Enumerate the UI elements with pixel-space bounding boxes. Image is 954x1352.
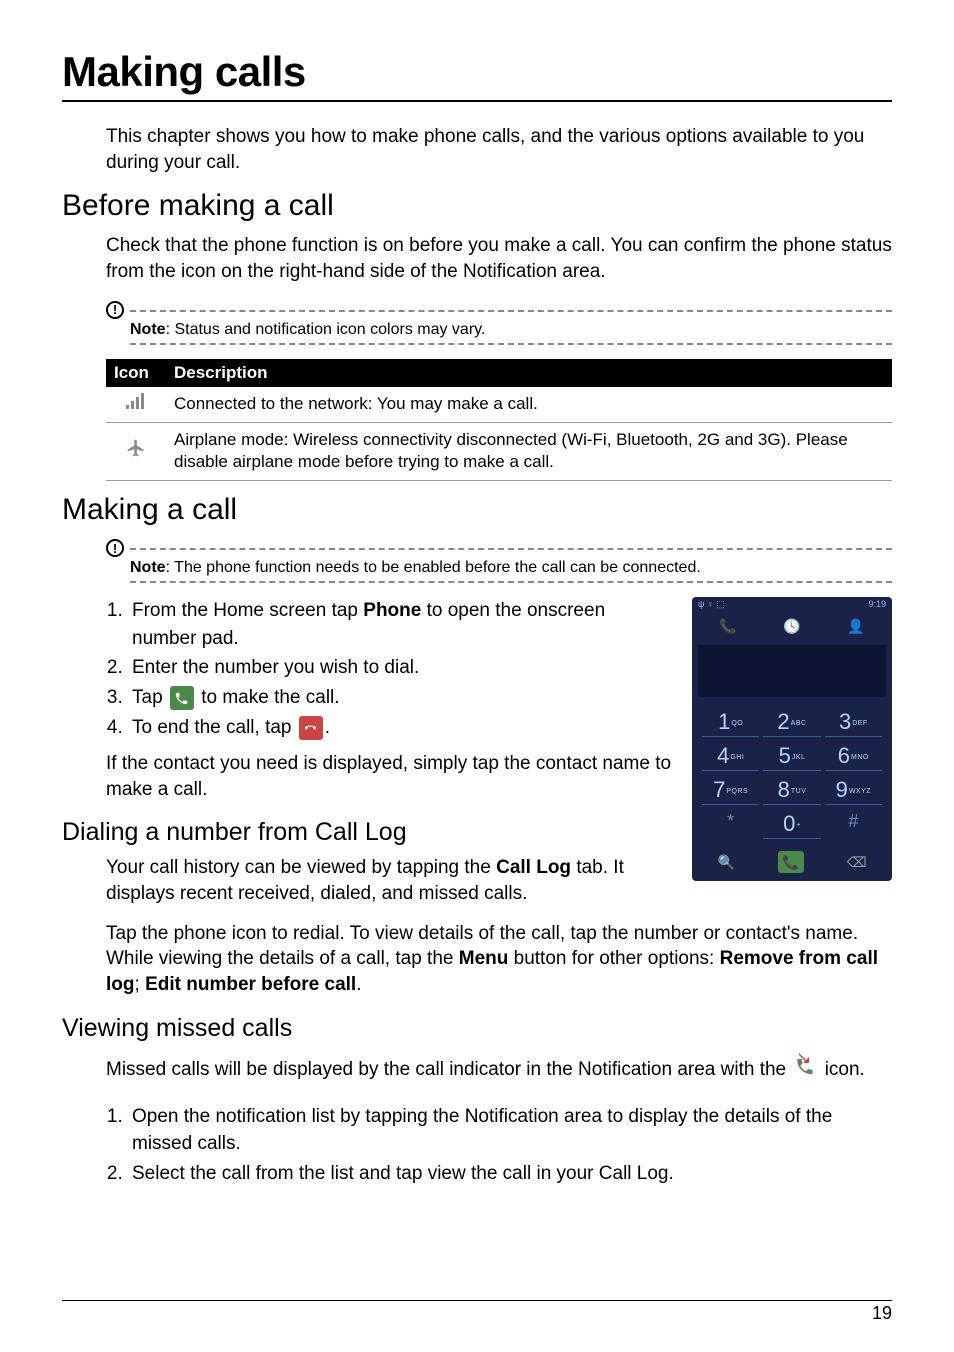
search-icon: 🔍	[717, 854, 734, 871]
key-star: *	[702, 811, 759, 839]
key-2: 2ABC	[763, 709, 820, 737]
key-3: 3DEF	[825, 709, 882, 737]
desc-cell: Connected to the network: You may make a…	[166, 387, 892, 422]
call-icon	[170, 686, 194, 710]
phone-status-bar: ψ ♀ ⬚9:19	[692, 597, 892, 612]
missed-p1: Missed calls will be displayed by the ca…	[106, 1051, 892, 1089]
section-dial-heading: Dialing a number from Call Log	[62, 818, 674, 847]
section-missed-heading: Viewing missed calls	[62, 1014, 892, 1043]
key-5: 5JKL	[763, 743, 820, 771]
note-body: : Status and notification icon colors ma…	[166, 321, 486, 338]
missed-steps: Open the notification list by tapping th…	[106, 1103, 892, 1188]
table-row: Airplane mode: Wireless connectivity dis…	[106, 422, 892, 481]
page-number: 19	[62, 1300, 892, 1324]
note-body: : The phone function needs to be enabled…	[166, 559, 701, 576]
intro-text: This chapter shows you how to make phone…	[106, 124, 892, 175]
list-item: From the Home screen tap Phone to open t…	[128, 597, 674, 652]
airplane-icon	[126, 438, 146, 465]
page-title: Making calls	[62, 48, 892, 102]
backspace-icon: ⌫	[847, 854, 867, 871]
key-1: 1QO	[702, 709, 759, 737]
dash-line	[130, 310, 892, 312]
key-9: 9WXYZ	[825, 777, 882, 805]
key-hash: #	[825, 811, 882, 839]
dial-button-icon: 📞	[778, 851, 804, 873]
signal-bars-icon	[126, 393, 146, 416]
list-item: Enter the number you wish to dial.	[128, 654, 674, 682]
missed-call-icon	[793, 1051, 817, 1089]
note-making: ! Note: The phone function needs to be e…	[106, 537, 892, 583]
recent-tab-icon: 🕓	[783, 618, 800, 635]
phone-bottom-row: 🔍 📞 ⌫	[692, 845, 892, 881]
contacts-tab-icon: 👤	[847, 618, 864, 635]
key-7: 7PQRS	[702, 777, 759, 805]
section-before-heading: Before making a call	[62, 189, 892, 223]
before-body: Check that the phone function is on befo…	[106, 233, 892, 284]
phone-tabs: 📞 🕓 👤	[692, 612, 892, 645]
table-row: Connected to the network: You may make a…	[106, 387, 892, 422]
making-steps: From the Home screen tap Phone to open t…	[106, 597, 674, 741]
alert-icon: !	[106, 539, 124, 557]
dialer-tab-icon: 📞	[719, 618, 736, 635]
dash-line-bottom	[130, 581, 892, 583]
phone-screenshot: ψ ♀ ⬚9:19 📞 🕓 👤 1QO 2ABC 3DEF 4GHI 5JKL …	[692, 597, 892, 881]
list-item: Open the notification list by tapping th…	[128, 1103, 892, 1158]
dial-p1: Your call history can be viewed by tappi…	[106, 855, 674, 906]
note-before: ! Note: Status and notification icon col…	[106, 299, 892, 345]
dash-line-bottom	[130, 343, 892, 345]
list-item: Tap to make the call.	[128, 684, 674, 712]
number-display	[698, 645, 886, 697]
dash-line	[130, 548, 892, 550]
end-call-icon	[299, 716, 323, 740]
key-8: 8TUV	[763, 777, 820, 805]
key-6: 6MNO	[825, 743, 882, 771]
key-4: 4GHI	[702, 743, 759, 771]
note-label: Note	[130, 559, 166, 576]
note-label: Note	[130, 321, 166, 338]
key-0: 0+	[763, 811, 820, 839]
section-making-heading: Making a call	[62, 493, 892, 527]
th-icon: Icon	[106, 359, 166, 387]
icon-table: Icon Description Connected to the networ…	[106, 359, 892, 482]
alert-icon: !	[106, 301, 124, 319]
list-item: Select the call from the list and tap vi…	[128, 1160, 892, 1188]
th-desc: Description	[166, 359, 892, 387]
desc-cell: Airplane mode: Wireless connectivity dis…	[166, 422, 892, 481]
making-after: If the contact you need is displayed, si…	[106, 751, 674, 802]
dial-p2: Tap the phone icon to redial. To view de…	[106, 921, 892, 998]
keypad: 1QO 2ABC 3DEF 4GHI 5JKL 6MNO 7PQRS 8TUV …	[692, 705, 892, 845]
list-item: To end the call, tap .	[128, 714, 674, 742]
